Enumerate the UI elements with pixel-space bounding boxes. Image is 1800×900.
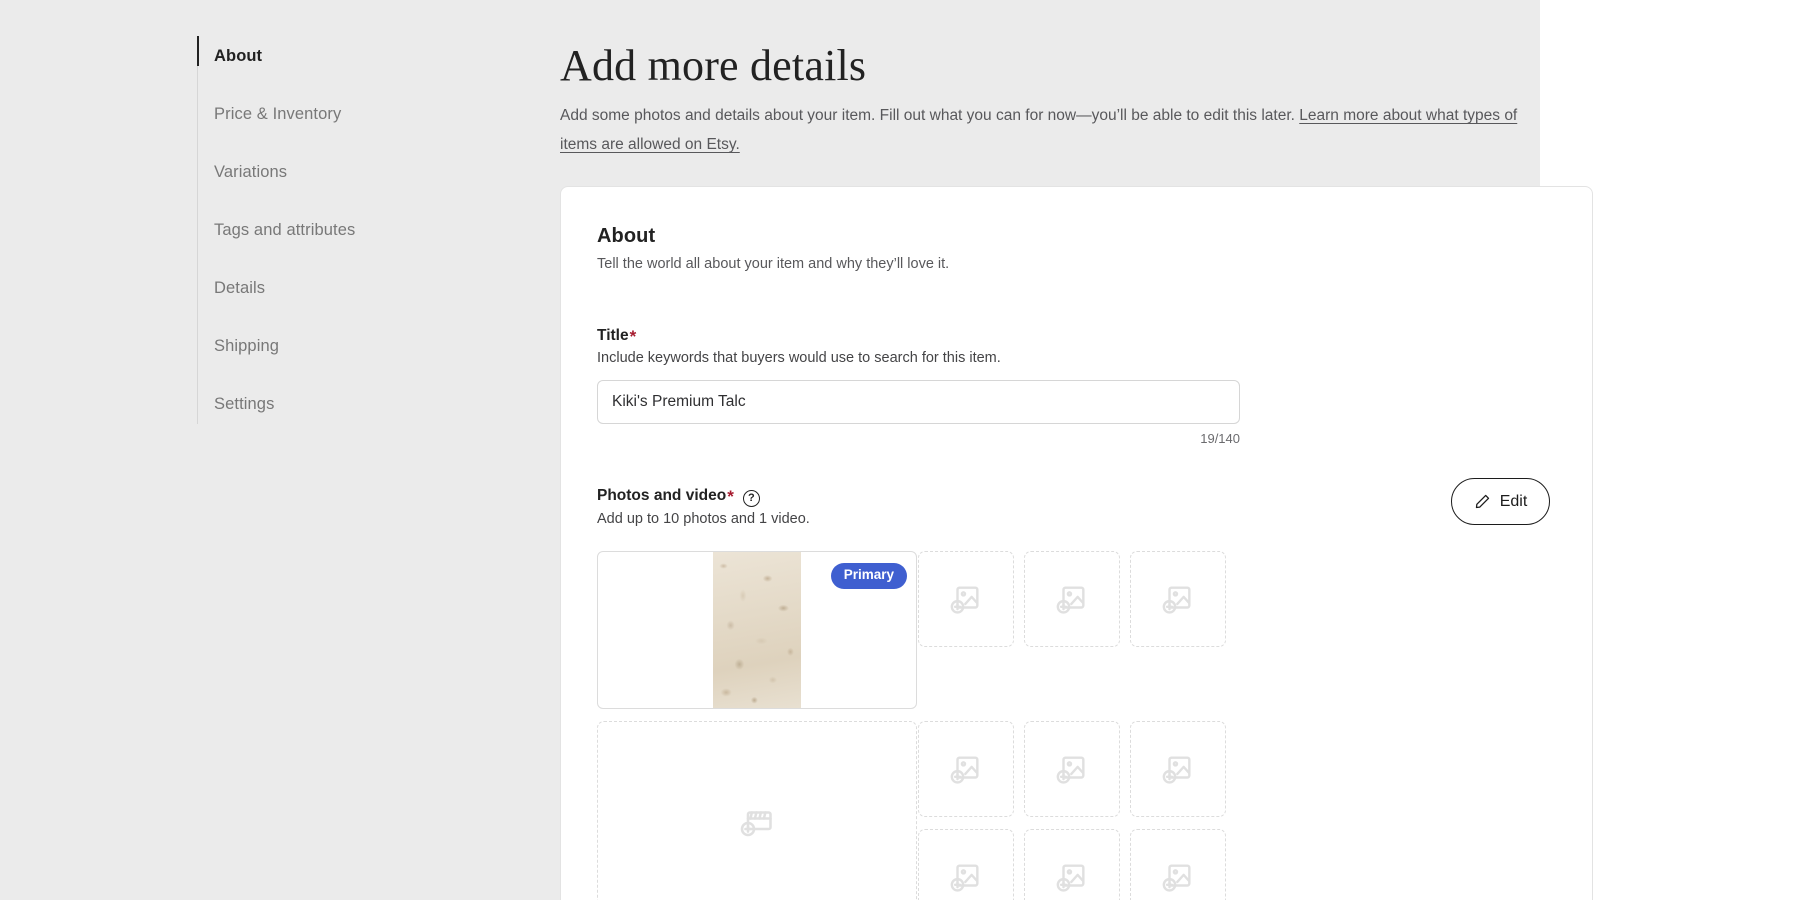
sidebar-item-label: Tags and attributes bbox=[214, 221, 355, 239]
photos-field-label: Photos and video * ? bbox=[597, 486, 1451, 506]
question-mark-icon[interactable]: ? bbox=[743, 490, 760, 507]
sidebar-item-shipping[interactable]: Shipping bbox=[198, 326, 457, 366]
title-character-counter: 19/140 bbox=[597, 431, 1240, 446]
add-photo-placeholder[interactable] bbox=[1130, 721, 1226, 817]
primary-photo-tile[interactable]: Primary bbox=[597, 551, 917, 709]
photos-header-row: Photos and video * ? Add up to 10 photos… bbox=[597, 486, 1556, 529]
add-photo-placeholder[interactable] bbox=[1130, 551, 1226, 647]
status-badge: Primary bbox=[831, 563, 907, 589]
photo-slot bbox=[1130, 551, 1236, 709]
page-description-text: Add some photos and details about your i… bbox=[560, 107, 1299, 124]
photos-label-text: Photos and video bbox=[597, 487, 726, 505]
photos-header-text: Photos and video * ? Add up to 10 photos… bbox=[597, 486, 1451, 529]
add-image-icon bbox=[1055, 582, 1089, 616]
page-description: Add some photos and details about your i… bbox=[560, 101, 1555, 159]
page-header: Add more details Add some photos and det… bbox=[560, 40, 1570, 159]
photo-slot bbox=[1024, 817, 1130, 900]
add-video-placeholder[interactable] bbox=[597, 721, 917, 900]
edit-photos-button[interactable]: Edit bbox=[1451, 478, 1550, 525]
app-root: About Price & Inventory Variations Tags … bbox=[0, 0, 1800, 900]
sidebar-item-label: Details bbox=[214, 279, 265, 297]
add-photo-placeholder[interactable] bbox=[1024, 829, 1120, 900]
product-photo-thumbnail bbox=[713, 552, 801, 708]
photo-slot bbox=[918, 709, 1024, 817]
add-photo-placeholder[interactable] bbox=[918, 551, 1014, 647]
add-video-icon bbox=[739, 805, 775, 841]
photo-slot bbox=[1130, 817, 1236, 900]
add-image-icon bbox=[1161, 752, 1195, 786]
pencil-icon bbox=[1474, 493, 1491, 510]
sidebar-item-settings[interactable]: Settings bbox=[198, 384, 457, 424]
add-image-icon bbox=[1055, 860, 1089, 894]
add-photo-placeholder[interactable] bbox=[1024, 551, 1120, 647]
required-asterisk-icon: * bbox=[630, 328, 637, 345]
title-label-text: Title bbox=[597, 327, 629, 345]
sidebar-item-details[interactable]: Details bbox=[198, 268, 457, 308]
sidebar-item-label: Settings bbox=[214, 395, 274, 413]
add-image-icon bbox=[949, 860, 983, 894]
photo-slot bbox=[1024, 551, 1130, 709]
add-image-icon bbox=[1161, 582, 1195, 616]
media-grid: Primary bbox=[597, 551, 1556, 900]
photo-slot bbox=[918, 551, 1024, 709]
required-asterisk-icon: * bbox=[727, 488, 734, 505]
about-card-subtitle: Tell the world all about your item and w… bbox=[597, 254, 1556, 274]
sidebar-item-about[interactable]: About bbox=[198, 36, 457, 76]
title-field-label: Title * bbox=[597, 326, 1556, 345]
add-image-icon bbox=[1161, 860, 1195, 894]
section-nav-sidebar: About Price & Inventory Variations Tags … bbox=[197, 36, 457, 424]
photos-video-group: Photos and video * ? Add up to 10 photos… bbox=[597, 486, 1556, 900]
add-photo-placeholder[interactable] bbox=[1130, 829, 1226, 900]
about-card-title: About bbox=[597, 225, 1556, 248]
sidebar-item-label: Price & Inventory bbox=[214, 105, 341, 123]
sidebar-item-label: Shipping bbox=[214, 337, 279, 355]
title-input[interactable] bbox=[597, 380, 1240, 424]
sidebar-item-tags-attributes[interactable]: Tags and attributes bbox=[198, 210, 457, 250]
photo-slot bbox=[1130, 709, 1236, 817]
title-field-help: Include keywords that buyers would use t… bbox=[597, 348, 1556, 368]
listing-editor-canvas: About Price & Inventory Variations Tags … bbox=[0, 0, 1540, 900]
photos-field-help: Add up to 10 photos and 1 video. bbox=[597, 509, 1451, 529]
sidebar-item-variations[interactable]: Variations bbox=[198, 152, 457, 192]
add-image-icon bbox=[1055, 752, 1089, 786]
sidebar-item-price-inventory[interactable]: Price & Inventory bbox=[198, 94, 457, 134]
photo-slot bbox=[1024, 709, 1130, 817]
add-image-icon bbox=[949, 582, 983, 616]
title-field-group: Title * Include keywords that buyers wou… bbox=[597, 326, 1556, 446]
add-photo-placeholder[interactable] bbox=[918, 829, 1014, 900]
edit-button-label: Edit bbox=[1500, 493, 1528, 511]
photo-slot bbox=[918, 817, 1024, 900]
sidebar-item-label: About bbox=[214, 47, 262, 65]
add-image-icon bbox=[949, 752, 983, 786]
about-card: About Tell the world all about your item… bbox=[560, 186, 1593, 900]
add-photo-placeholder[interactable] bbox=[918, 721, 1014, 817]
sidebar-item-label: Variations bbox=[214, 163, 287, 181]
add-photo-placeholder[interactable] bbox=[1024, 721, 1120, 817]
page-title: Add more details bbox=[560, 40, 1570, 92]
